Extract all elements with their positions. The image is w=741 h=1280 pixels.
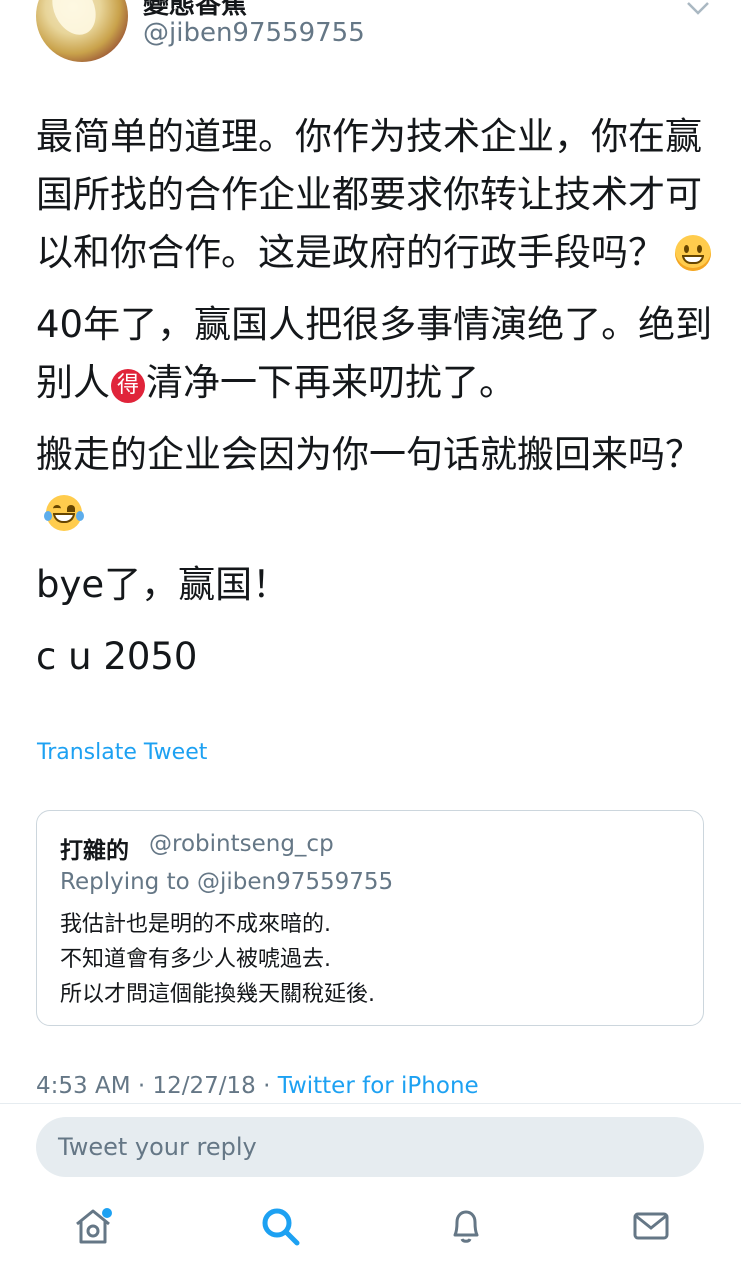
chevron-down-icon[interactable] xyxy=(686,0,710,16)
author-handle[interactable]: @jiben97559755 xyxy=(143,18,365,48)
quoted-author-handle: @robintseng_cp xyxy=(149,831,334,857)
quoted-line: 我估計也是明的不成來暗的. xyxy=(60,912,331,937)
reply-placeholder: Tweet your reply xyxy=(58,1133,257,1161)
tab-search[interactable] xyxy=(258,1204,302,1248)
tweet-paragraph: bye了，赢国！ xyxy=(36,556,716,614)
tweet-paragraph-text: 搬走的企业会因为你一句话就搬回来吗？ xyxy=(36,433,702,476)
notifications-icon xyxy=(453,1210,479,1243)
tab-messages[interactable] xyxy=(629,1204,673,1248)
tweet-paragraph-text: c u 2050 xyxy=(36,635,198,678)
quoted-tweet-body: 我估計也是明的不成來暗的. 不知道會有多少人被唬過去. 所以才問這個能換幾天關稅… xyxy=(60,907,680,1012)
tweet-timestamp: 4:53 AM · 12/27/18 · xyxy=(36,1073,278,1099)
tweet-paragraph: 40年了，赢国人把很多事情演绝了。绝到别人得清净一下再来叨扰了。 xyxy=(36,296,716,412)
tweet-paragraph-text: 清净一下再来叨扰了。 xyxy=(146,361,516,404)
tweet-paragraph: 搬走的企业会因为你一句话就搬回来吗？ xyxy=(36,426,716,542)
tweet-paragraph: 最简单的道理。你作为技术企业，你在赢国所找的合作企业都要求你转让技术才可以和你合… xyxy=(36,108,716,282)
tweet-meta: 4:53 AM · 12/27/18 · Twitter for iPhone xyxy=(36,1073,479,1099)
quoted-replying-to: Replying to @jiben97559755 xyxy=(60,869,394,895)
tweet-source-link[interactable]: Twitter for iPhone xyxy=(278,1073,479,1099)
home-unread-dot xyxy=(102,1208,112,1218)
tweet-header: 變態香蕉 @jiben97559755 xyxy=(0,0,741,80)
divider xyxy=(0,1103,741,1104)
quoted-line: 不知道會有多少人被唬過去. xyxy=(60,947,331,972)
translate-tweet-link[interactable]: Translate Tweet xyxy=(37,740,207,765)
avatar[interactable] xyxy=(36,0,128,62)
circled-de-badge-icon: 得 xyxy=(111,369,145,403)
search-icon xyxy=(262,1208,300,1246)
tweet-paragraph: c u 2050 xyxy=(36,628,716,686)
grinning-face-icon xyxy=(675,235,711,271)
quoted-tweet-card[interactable]: 打雜的 @robintseng_cp Replying to @jiben975… xyxy=(36,810,704,1026)
reply-input[interactable]: Tweet your reply xyxy=(36,1117,704,1177)
quoted-author-name: 打雜的 xyxy=(60,838,129,864)
bottom-tab-bar xyxy=(0,1190,741,1280)
tweet-text: 最简单的道理。你作为技术企业，你在赢国所找的合作企业都要求你转让技术才可以和你合… xyxy=(36,108,716,700)
tab-notifications[interactable] xyxy=(444,1204,488,1248)
tears-of-joy-icon xyxy=(44,495,84,531)
tweet-paragraph-text: 最简单的道理。你作为技术企业，你在赢国所找的合作企业都要求你转让技术才可以和你合… xyxy=(36,115,702,274)
tweet-paragraph-text: bye了，赢国！ xyxy=(36,563,290,606)
quoted-line: 所以才問這個能換幾天關稅延後. xyxy=(60,982,375,1007)
messages-icon xyxy=(633,1212,669,1240)
